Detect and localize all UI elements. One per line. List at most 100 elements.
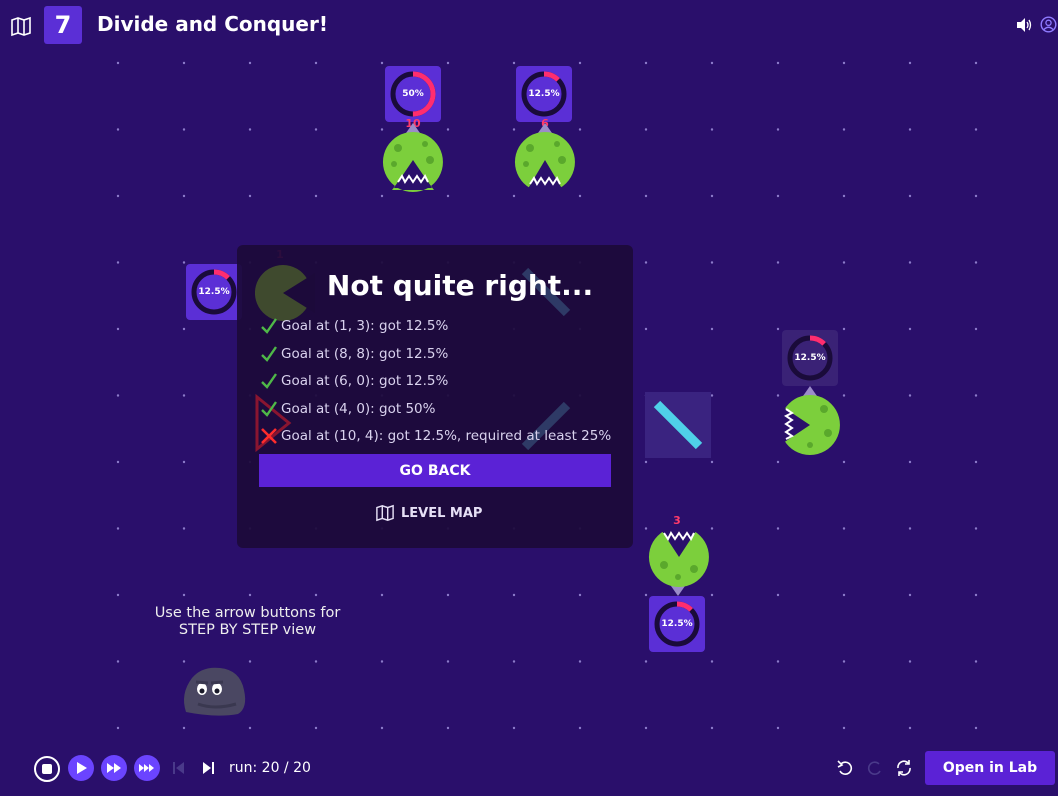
sound-icon[interactable] [1016, 17, 1032, 33]
grid-dot [182, 261, 186, 264]
user-account-icon[interactable] [1040, 16, 1057, 33]
step-back-icon[interactable] [172, 761, 186, 775]
grid-dot [908, 394, 912, 397]
grid-dot [578, 593, 582, 597]
grid-dot [182, 660, 186, 663]
grid-dot [776, 61, 780, 65]
grid-dot [974, 660, 978, 663]
level-number-badge: 7 [44, 6, 82, 44]
grid-dot [380, 726, 384, 730]
step-forward-icon[interactable] [201, 761, 215, 775]
redo-icon[interactable] [866, 759, 884, 777]
goal-box: 12.5% [516, 66, 572, 122]
grid-dot [116, 527, 120, 530]
grid-dot [116, 128, 120, 131]
level-map-link[interactable]: LEVEL MAP [375, 502, 495, 524]
check-icon [261, 401, 277, 417]
check-icon [261, 373, 277, 389]
grid-dot [644, 261, 648, 264]
result-modal: Not quite right... Goal at (1, 3): got 1… [237, 245, 633, 548]
result-text: Goal at (8, 8): got 12.5% [281, 346, 449, 362]
reset-icon[interactable] [895, 759, 913, 777]
result-row: Goal at (6, 0): got 12.5% [259, 370, 448, 392]
grid-dot [182, 194, 186, 198]
grid-dot [314, 128, 318, 131]
play-button[interactable] [68, 755, 94, 781]
fast-forward-button[interactable] [101, 755, 127, 781]
open-in-lab-button[interactable]: Open in Lab [925, 751, 1055, 785]
monster-icon [514, 132, 575, 192]
grid-dot [710, 194, 714, 198]
grid-dot [908, 726, 912, 730]
grid-dot [380, 660, 384, 663]
grid-dot [578, 128, 582, 131]
grid-dot [182, 327, 186, 331]
result-text: Goal at (10, 4): got 12.5%, required at … [281, 428, 612, 444]
grid-dot [710, 726, 714, 730]
grid-dot [776, 128, 780, 131]
grid-dot [842, 660, 846, 663]
result-row: Goal at (1, 3): got 12.5% [259, 315, 448, 337]
grid-dot [710, 593, 714, 597]
grid-dot [974, 327, 978, 331]
modal-title: Not quite right... [326, 269, 594, 302]
goal-box: 12.5% [649, 596, 705, 652]
grid-dot [116, 327, 120, 331]
goal-pointer-icon [671, 586, 685, 596]
grid-dot [248, 194, 252, 198]
grid-dot [842, 327, 846, 331]
grid-dot [908, 527, 912, 530]
goal-percent-label: 12.5% [198, 287, 230, 297]
grid-dot [974, 460, 978, 464]
fastest-forward-button[interactable] [134, 755, 160, 781]
grid-dot [248, 61, 252, 65]
result-row: Goal at (8, 8): got 12.5% [259, 343, 448, 365]
grid-dot [248, 128, 252, 131]
goal-percent-label: 12.5% [528, 89, 560, 99]
stop-icon [42, 764, 52, 774]
grid-dot [446, 660, 450, 663]
grid-dot [446, 194, 450, 198]
grid-dot [182, 527, 186, 530]
run-counter: run: 20 / 20 [229, 760, 311, 776]
grid-dot [776, 660, 780, 663]
grid-dot [380, 593, 384, 597]
grid-dot [182, 128, 186, 131]
grid-dot [182, 394, 186, 397]
grid-dot [842, 394, 846, 397]
result-text: Goal at (1, 3): got 12.5% [281, 318, 449, 334]
grid-dot [842, 460, 846, 464]
undo-icon[interactable] [836, 759, 854, 777]
mirror-tile[interactable] [645, 392, 711, 458]
monster-icon [780, 395, 840, 455]
grid-dot [116, 194, 120, 198]
check-icon [261, 318, 277, 334]
grid-dot [644, 128, 648, 131]
grid-dot [116, 460, 120, 464]
cross-icon [261, 428, 277, 444]
grid-dot [314, 194, 318, 198]
map-icon[interactable] [10, 15, 32, 37]
grid-dot [842, 261, 846, 264]
go-back-button[interactable]: GO BACK [259, 454, 611, 487]
result-text: Goal at (6, 0): got 12.5% [281, 373, 449, 389]
grid-dot [578, 726, 582, 730]
grid-dot [314, 61, 318, 65]
grid-dot [182, 593, 186, 597]
grid-dot [776, 527, 780, 530]
grid-dot [644, 327, 648, 331]
grid-dot [710, 61, 714, 65]
grid-dot [380, 61, 384, 65]
grid-dot [578, 61, 582, 65]
stop-button[interactable] [34, 756, 60, 782]
play-icon [77, 762, 87, 774]
goal-box: 50% [385, 66, 441, 122]
grid-dot [776, 194, 780, 198]
grid-dot [578, 194, 582, 198]
map-icon [376, 504, 394, 522]
grid-dot [644, 61, 648, 65]
grid-dot [842, 593, 846, 597]
grid-dot [710, 460, 714, 464]
grid-dot [776, 327, 780, 331]
grid-dot [776, 394, 780, 397]
